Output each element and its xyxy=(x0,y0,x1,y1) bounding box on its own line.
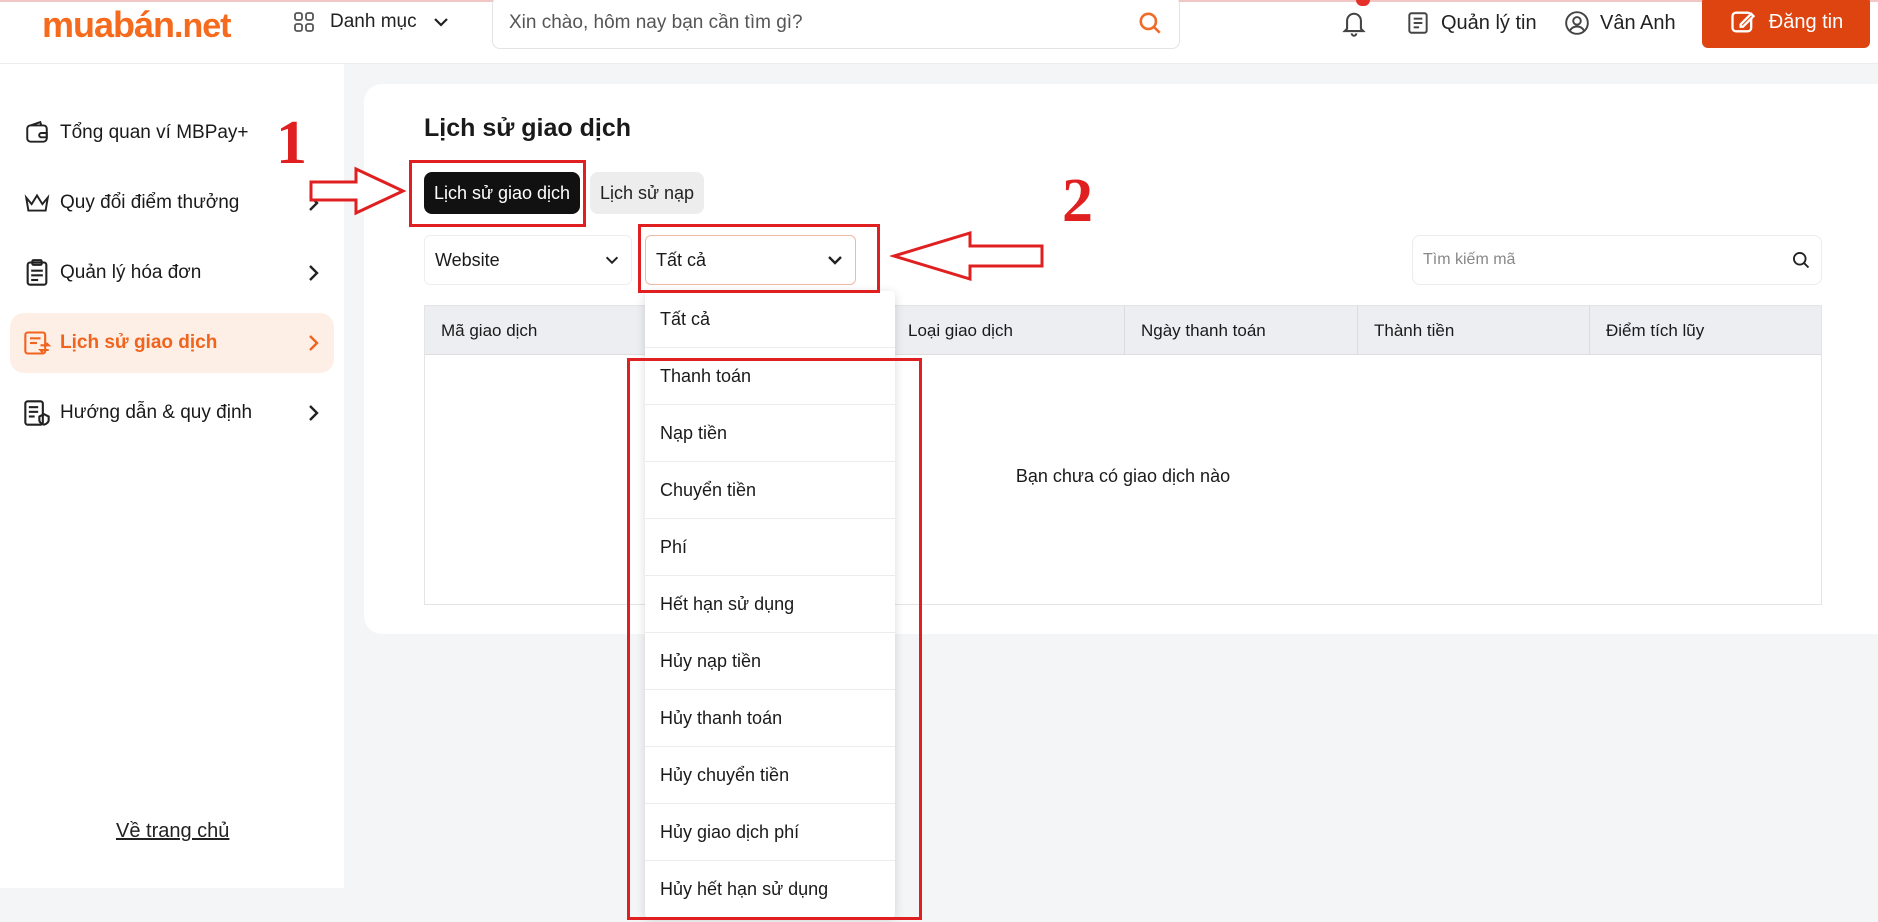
back-to-home-link[interactable]: Về trang chủ xyxy=(116,820,229,843)
clipboard-icon xyxy=(22,258,52,288)
table-header: Mã giao dịch Loại giao dịch Ngày thanh t… xyxy=(425,306,1821,355)
header-search[interactable]: Xin chào, hôm nay bạn cần tìm gì? xyxy=(492,0,1180,49)
bell-icon[interactable] xyxy=(1340,8,1368,38)
column-header-payment-date: Ngày thanh toán xyxy=(1124,306,1357,355)
manage-posts-link[interactable]: Quản lý tin xyxy=(1405,10,1537,36)
column-header-points: Điểm tích lũy xyxy=(1589,306,1821,355)
guide-icon xyxy=(22,398,52,428)
category-label: Danh mục xyxy=(330,11,417,32)
chevron-down-icon xyxy=(431,12,451,32)
grid-icon xyxy=(292,10,316,34)
sidebar-item-label: Quy đổi điểm thưởng xyxy=(60,192,240,213)
user-name: Vân Anh xyxy=(1600,11,1676,34)
annotation-arrow-right xyxy=(309,166,407,216)
chevron-right-icon xyxy=(304,263,322,283)
annotation-box-options xyxy=(627,358,922,920)
search-icon[interactable] xyxy=(1791,250,1811,270)
sidebar-item-reward-points[interactable]: Quy đổi điểm thưởng xyxy=(10,173,334,233)
page-title: Lịch sử giao dịch xyxy=(424,114,632,142)
crown-icon xyxy=(22,188,52,218)
user-account[interactable]: Vân Anh xyxy=(1564,10,1676,36)
user-circle-icon xyxy=(1564,10,1590,36)
sidebar-item-guides[interactable]: Hướng dẫn & quy định xyxy=(10,383,334,443)
chevron-right-icon xyxy=(304,333,322,353)
column-header-transaction-code: Mã giao dịch xyxy=(441,320,538,340)
website-filter-select[interactable]: Website xyxy=(424,235,632,285)
column-header-amount: Thành tiền xyxy=(1357,306,1589,355)
chevron-right-icon xyxy=(304,403,322,423)
code-search-input[interactable]: Tìm kiếm mã xyxy=(1423,251,1515,269)
post-label: Đăng tin xyxy=(1768,10,1844,33)
select-value: Website xyxy=(435,249,500,270)
sidebar-item-label: Quản lý hóa đơn xyxy=(60,262,202,283)
code-search-field[interactable]: Tìm kiếm mã xyxy=(1412,235,1822,285)
site-logo[interactable]: muabán.net xyxy=(42,4,231,46)
edit-icon xyxy=(1729,8,1757,36)
annotation-arrow-left xyxy=(890,230,1044,282)
sidebar-item-transaction-history[interactable]: Lịch sử giao dịch xyxy=(10,313,334,373)
sidebar-item-label: Lịch sử giao dịch xyxy=(60,332,218,353)
wallet-icon xyxy=(22,118,52,148)
annotation-box-tab xyxy=(409,160,586,227)
tab-topup-history[interactable]: Lịch sử nạp xyxy=(590,172,704,214)
annotation-box-select xyxy=(638,224,880,293)
annotation-number-1: 1 xyxy=(276,109,307,177)
sidebar-item-invoices[interactable]: Quản lý hóa đơn xyxy=(10,243,334,303)
manage-label: Quản lý tin xyxy=(1441,11,1537,34)
chevron-down-icon xyxy=(603,251,621,269)
search-input[interactable]: Xin chào, hôm nay bạn cần tìm gì? xyxy=(509,12,803,34)
annotation-number-2: 2 xyxy=(1062,167,1093,235)
logo-suffix: .net xyxy=(174,7,231,45)
search-icon[interactable] xyxy=(1137,10,1163,36)
sidebar-item-label: Hướng dẫn & quy định xyxy=(60,402,253,423)
logo-main: muabán xyxy=(42,4,175,45)
column-header-transaction-type: Loại giao dịch xyxy=(891,306,1124,355)
dropdown-option[interactable]: Tất cả xyxy=(645,291,895,348)
category-menu[interactable]: Danh mục xyxy=(292,10,451,34)
post-ad-button[interactable]: Đăng tin xyxy=(1702,0,1870,48)
history-icon xyxy=(22,328,52,358)
document-icon xyxy=(1405,10,1431,36)
